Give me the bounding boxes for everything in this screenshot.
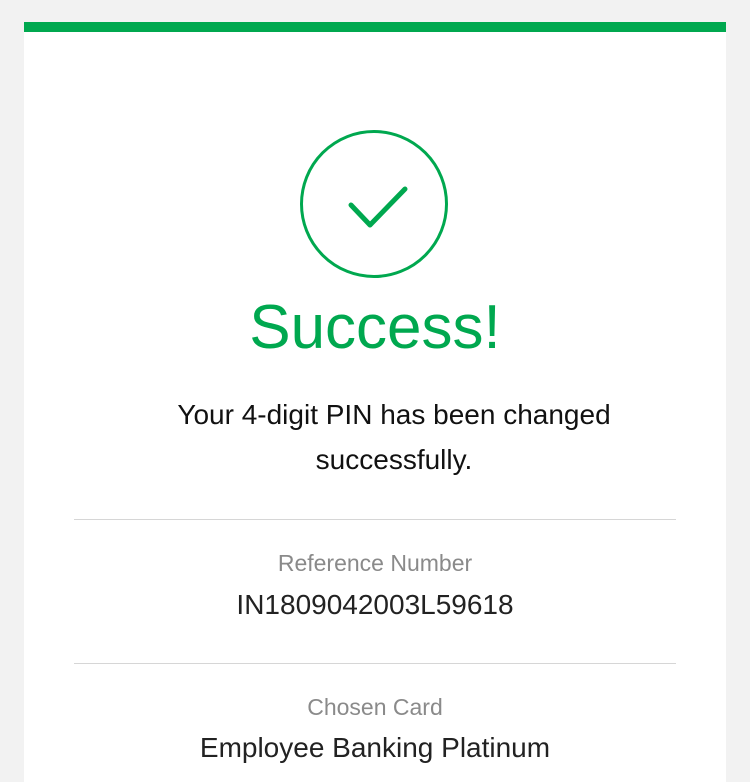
success-card: Success! Your 4-digit PIN has been chang…	[24, 22, 726, 782]
reference-number-label: Reference Number	[277, 550, 473, 576]
checkmark-icon	[348, 186, 408, 228]
chosen-card-value: Employee Banking Platinum	[199, 732, 551, 763]
chosen-card-label: Chosen Card	[307, 694, 443, 720]
divider	[74, 663, 676, 664]
check-circle-icon	[300, 130, 448, 278]
success-message: Your 4-digit PIN has been changed succes…	[177, 399, 611, 475]
divider	[74, 519, 676, 520]
status-accent-bar	[24, 22, 726, 32]
success-title: Success!	[249, 293, 501, 362]
reference-number-value: IN1809042003L59618	[236, 589, 514, 620]
